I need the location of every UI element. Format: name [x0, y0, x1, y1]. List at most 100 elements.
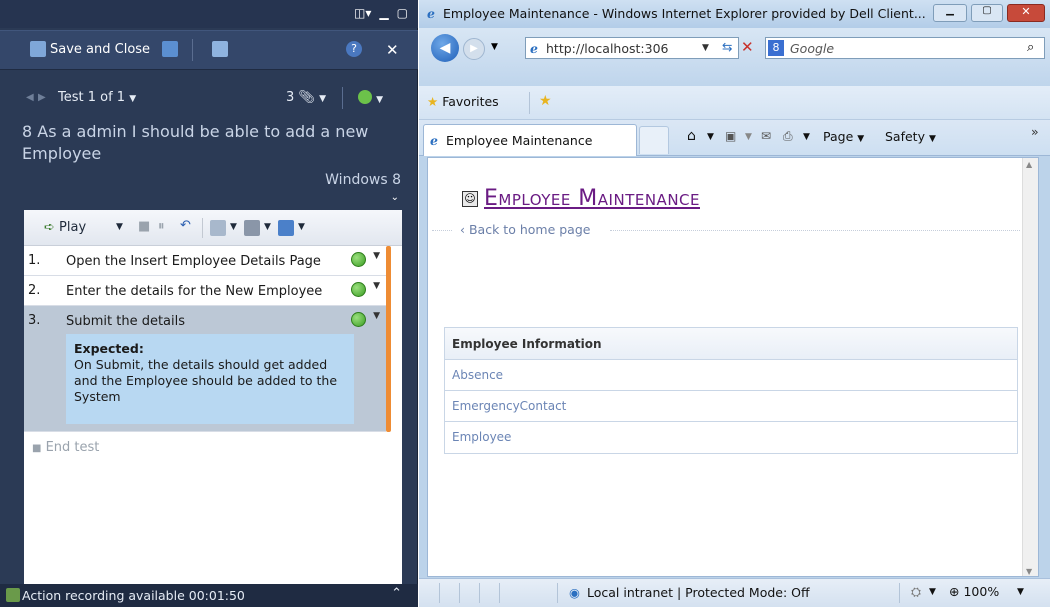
- chevron-down-icon[interactable]: ▼: [230, 222, 237, 232]
- page-title[interactable]: Employee Maintenance: [484, 186, 700, 211]
- expected-heading: Expected:: [74, 341, 144, 356]
- expand-chevron-icon[interactable]: ⌃: [391, 586, 402, 601]
- address-toolbar: ◀ ▶ ▼ ℯ http://localhost:306 ▼ ⇆ ✕ 8 Goo…: [419, 28, 1050, 86]
- table-row-employee[interactable]: Employee: [445, 422, 1017, 453]
- refresh-icon[interactable]: ⇆: [722, 39, 732, 54]
- runner-window-buttons: ◫▾ ▁ ▢: [354, 6, 408, 20]
- status-divider: [899, 583, 900, 603]
- star-icon: ★: [427, 94, 439, 109]
- close-button[interactable]: ✕: [386, 41, 399, 59]
- address-bar[interactable]: ℯ http://localhost:306 ▼ ⇆: [525, 37, 739, 59]
- forward-button[interactable]: ▶: [463, 38, 485, 60]
- dotted-divider: [610, 230, 1020, 231]
- back-to-home-link[interactable]: ‹ Back to home page: [460, 222, 590, 237]
- test-selector[interactable]: Test 1 of 1 ▼: [58, 90, 136, 105]
- search-icon[interactable]: ⌕: [1027, 40, 1034, 55]
- history-dropdown-icon[interactable]: ▼: [491, 42, 498, 52]
- chevron-down-icon[interactable]: ▼: [264, 222, 271, 232]
- vertical-scrollbar[interactable]: ▲ ▼: [1022, 158, 1038, 576]
- save-close-icon: [30, 41, 46, 57]
- recording-icon: [6, 588, 20, 602]
- mail-icon[interactable]: ✉: [761, 129, 771, 143]
- save-and-close-button[interactable]: Save and Close: [30, 41, 150, 57]
- end-test-label: End test: [45, 440, 100, 455]
- chevron-down-icon[interactable]: ▼: [745, 132, 752, 142]
- test-result-button[interactable]: ▼: [358, 90, 383, 106]
- address-dropdown-icon[interactable]: ▼: [702, 43, 709, 53]
- home-icon[interactable]: ⌂: [687, 128, 696, 144]
- save-button[interactable]: [162, 41, 178, 57]
- table-row-absence[interactable]: Absence: [445, 360, 1017, 391]
- pause-icon[interactable]: ⏸︎: [158, 219, 165, 234]
- chevron-down-icon[interactable]: ▼: [373, 311, 380, 321]
- browser-titlebar: ℯ Employee Maintenance - Windows Interne…: [419, 0, 1050, 28]
- print-icon[interactable]: ⎙: [783, 129, 793, 144]
- create-bug-button[interactable]: [212, 41, 228, 57]
- search-box[interactable]: 8 Google: [765, 37, 1045, 59]
- end-test-button[interactable]: ■ End test: [32, 440, 99, 455]
- intranet-icon: ◉: [569, 585, 580, 600]
- chevron-down-icon[interactable]: ▼: [929, 587, 936, 597]
- stop-icon[interactable]: ■: [138, 219, 150, 234]
- address-text: http://localhost:306: [546, 41, 669, 56]
- table-header: Employee Information: [445, 328, 1017, 360]
- step-row[interactable]: 2. Enter the details for the New Employe…: [24, 276, 386, 306]
- next-test-icon[interactable]: ▶: [38, 92, 46, 103]
- camera-icon[interactable]: [244, 220, 260, 236]
- layout-icon[interactable]: ◫▾: [354, 6, 371, 20]
- stop-icon[interactable]: ✕: [741, 38, 754, 56]
- new-tab-button[interactable]: [639, 126, 669, 154]
- paperclip-icon: 📎︎: [298, 90, 315, 105]
- safety-menu[interactable]: Safety ▼: [885, 129, 936, 144]
- edit-step-icon[interactable]: [210, 220, 226, 236]
- minimize-button[interactable]: ▁: [933, 4, 967, 22]
- play-button[interactable]: ➪ Play: [44, 220, 86, 235]
- maximize-button[interactable]: ▢: [397, 6, 408, 20]
- attachments-button[interactable]: 3 📎︎ ▼: [286, 90, 326, 105]
- favorites-button[interactable]: ★ Favorites: [427, 94, 499, 109]
- protected-mode-icon[interactable]: ⛭: [911, 584, 921, 600]
- test-navigation: ◀ ▶ Test 1 of 1 ▼ 3 📎︎ ▼ ▼: [0, 84, 418, 112]
- pass-icon[interactable]: [351, 312, 366, 327]
- favorites-bar: ★ Favorites ★: [419, 86, 1050, 120]
- pass-icon[interactable]: [351, 282, 366, 297]
- chevron-down-icon[interactable]: ▼: [373, 251, 380, 261]
- chevron-down-icon[interactable]: ▼: [803, 132, 810, 142]
- undo-icon[interactable]: ↶: [180, 218, 191, 233]
- add-favorites-icon[interactable]: ★: [539, 93, 552, 109]
- test-case-title: 8 As a admin I should be able to add a n…: [22, 122, 369, 163]
- scroll-down-icon[interactable]: ▼: [1026, 567, 1032, 576]
- favorites-label: Favorites: [442, 94, 499, 109]
- help-button[interactable]: ?: [346, 41, 362, 57]
- tab-employee-maintenance[interactable]: ℯ Employee Maintenance: [423, 124, 637, 156]
- step-number: 1.: [28, 253, 41, 268]
- step-number: 3.: [28, 313, 41, 328]
- prev-test-icon[interactable]: ◀: [26, 92, 34, 103]
- page-menu[interactable]: Page ▼: [823, 129, 864, 144]
- chevron-down-icon[interactable]: ▼: [707, 132, 714, 142]
- security-zone[interactable]: Local intranet | Protected Mode: Off: [587, 585, 810, 600]
- more-tools-button[interactable]: »: [1031, 124, 1039, 139]
- chevron-down-icon[interactable]: ▼: [373, 281, 380, 291]
- dotted-divider: [432, 230, 452, 231]
- back-button[interactable]: ◀: [431, 34, 459, 62]
- minimize-button[interactable]: ▁: [379, 6, 388, 20]
- employee-icon: ☺: [462, 190, 478, 207]
- chevron-down-icon[interactable]: ▼: [298, 222, 305, 232]
- back-link-label: Back to home page: [468, 222, 591, 237]
- maximize-button[interactable]: ▢: [971, 4, 1003, 22]
- table-row-emergency-contact[interactable]: EmergencyContact: [445, 391, 1017, 422]
- step-row[interactable]: 1. Open the Insert Employee Details Page…: [24, 246, 386, 276]
- pass-icon[interactable]: [351, 252, 366, 267]
- play-dropdown-icon[interactable]: ▼: [116, 222, 123, 232]
- collapse-chevron-icon[interactable]: ⌄: [391, 192, 399, 203]
- recording-status: Action recording available 00:01:50: [22, 588, 245, 603]
- zoom-control[interactable]: ⊕ 100%: [949, 584, 999, 599]
- feeds-icon[interactable]: ▣: [725, 129, 736, 143]
- scroll-up-icon[interactable]: ▲: [1026, 160, 1032, 169]
- status-divider: [479, 583, 480, 603]
- chevron-down-icon[interactable]: ▼: [1017, 587, 1024, 597]
- page-header: ☺ Employee Maintenance: [462, 186, 700, 211]
- close-button[interactable]: ✕: [1007, 4, 1045, 22]
- screenshot-icon[interactable]: [278, 220, 294, 236]
